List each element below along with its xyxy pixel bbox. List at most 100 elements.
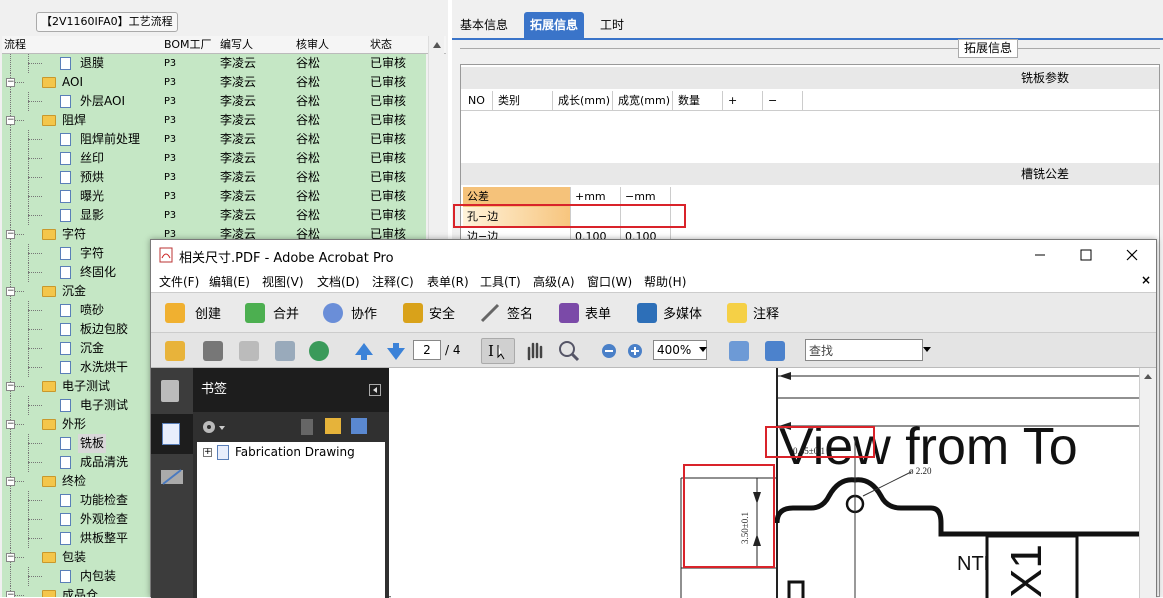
scroll-up-arrow-icon[interactable] (1140, 368, 1156, 384)
tree-toggle-icon[interactable]: − (6, 230, 15, 239)
menu-forms[interactable]: 表单(R) (427, 273, 469, 290)
writer-value: 李凌云 (220, 132, 257, 146)
menu-comments[interactable]: 注释(C) (372, 273, 414, 290)
bookmark-fabrication-drawing[interactable]: Fabrication Drawing (235, 445, 355, 459)
zoom-in-icon[interactable] (627, 343, 643, 359)
delete-bookmark-icon[interactable] (301, 419, 313, 435)
expand-bookmark-icon[interactable] (351, 418, 367, 434)
open-folder-icon[interactable] (165, 341, 185, 361)
fit-width-icon[interactable] (729, 341, 749, 361)
tree-toggle-icon[interactable]: − (6, 420, 15, 429)
find-dropdown-icon[interactable] (923, 346, 931, 354)
milling-remove-button[interactable]: − (763, 91, 803, 110)
tree-item-row[interactable]: 曝光 P3 李凌云 谷松 已审核 (2, 187, 426, 206)
tree-connector (28, 101, 42, 102)
menubar-close-icon[interactable]: × (1141, 273, 1151, 287)
fit-page-icon[interactable] (765, 341, 785, 361)
print-icon[interactable] (203, 341, 223, 361)
bookmarks-nav-button[interactable] (151, 414, 193, 454)
tree-connector (28, 462, 42, 463)
scroll-up-icon[interactable] (429, 36, 445, 54)
menu-view[interactable]: 视图(V) (262, 273, 304, 290)
col-header-reviewer[interactable]: 核审人 (296, 37, 329, 53)
reviewer-value: 谷松 (296, 208, 321, 222)
menu-tools[interactable]: 工具(T) (480, 273, 521, 290)
milling-add-button[interactable]: + (723, 91, 763, 110)
tree-toggle-icon[interactable]: − (6, 477, 15, 486)
col-header-process[interactable]: 流程 (4, 37, 26, 53)
pdf-document-view[interactable]: View from To 0.65±0.1 ø 2.20 3.50±0.1 NT… (391, 368, 1139, 598)
sign-button[interactable]: 签名 (507, 303, 533, 322)
tree-item-row[interactable]: 显影 P3 李凌云 谷松 已审核 (2, 206, 426, 225)
page-number-input[interactable]: 2 (413, 340, 441, 360)
tree-node-label: 成品清洗 (80, 455, 129, 469)
col-header-writer[interactable]: 编写人 (220, 37, 253, 53)
tree-toggle-icon[interactable]: − (6, 382, 15, 391)
tree-toggle-icon[interactable]: − (6, 287, 15, 296)
multimedia-button[interactable]: 多媒体 (663, 303, 702, 322)
menu-file[interactable]: 文件(F) (159, 273, 199, 290)
menu-window[interactable]: 窗口(W) (587, 273, 632, 290)
tree-node-label: 板边包胶 (80, 322, 129, 336)
comment-button[interactable]: 注释 (753, 303, 779, 322)
reviewer-value: 谷松 (296, 189, 321, 203)
tree-connector (10, 339, 11, 358)
tree-item-row[interactable]: 外层AOI P3 李凌云 谷松 已审核 (2, 92, 426, 111)
pdf-vertical-scrollbar[interactable] (1139, 368, 1156, 598)
zoom-tool-icon[interactable] (557, 339, 581, 363)
find-placeholder: 查找 (809, 344, 834, 358)
document-icon (60, 570, 71, 583)
collaborate-button[interactable]: 协作 (351, 303, 377, 322)
acrobat-menubar: 文件(F) 编辑(E) 视图(V) 文档(D) 注释(C) 表单(R) 工具(T… (151, 270, 1156, 292)
options-gear-icon[interactable] (201, 418, 225, 436)
tab-work-hours[interactable]: 工时 (594, 12, 630, 38)
close-icon[interactable] (1125, 248, 1139, 262)
security-button[interactable]: 安全 (429, 303, 455, 322)
pages-icon[interactable] (161, 380, 179, 402)
tree-folder-row[interactable]: − 阻焊 P3 李凌云 谷松 已审核 (2, 111, 426, 130)
expand-toggle-icon[interactable]: + (203, 448, 212, 457)
signatures-icon[interactable] (159, 466, 185, 488)
tree-folder-row[interactable]: − AOI P3 李凌云 谷松 已审核 (2, 73, 426, 92)
col-header-bom[interactable]: BOM工厂 (164, 37, 212, 53)
collapse-panel-icon[interactable] (369, 384, 381, 396)
tree-connector (10, 358, 11, 377)
next-page-icon[interactable] (385, 341, 407, 361)
tree-item-row[interactable]: 阻焊前处理 P3 李凌云 谷松 已审核 (2, 130, 426, 149)
new-bookmark-icon[interactable] (325, 418, 341, 434)
tree-toggle-icon[interactable]: − (6, 116, 15, 125)
create-button[interactable]: 创建 (195, 303, 221, 322)
tree-node-label: 水洗烘干 (80, 360, 129, 374)
tree-item-row[interactable]: 丝印 P3 李凌云 谷松 已审核 (2, 149, 426, 168)
menu-document[interactable]: 文档(D) (317, 273, 360, 290)
tree-item-row[interactable]: 预烘 P3 李凌云 谷松 已审核 (2, 168, 426, 187)
document-icon (60, 152, 71, 165)
maximize-icon[interactable] (1079, 248, 1093, 262)
menu-help[interactable]: 帮助(H) (644, 273, 686, 290)
tree-toggle-icon[interactable]: − (6, 78, 15, 87)
tree-connector (10, 130, 11, 149)
tree-node-label: 阻焊 (62, 113, 87, 127)
tree-connector (28, 510, 29, 529)
col-header-status[interactable]: 状态 (370, 37, 392, 53)
tab-basic-info[interactable]: 基本信息 (454, 12, 514, 38)
forms-button[interactable]: 表单 (585, 303, 611, 322)
menu-edit[interactable]: 编辑(E) (209, 273, 250, 290)
prev-page-icon[interactable] (353, 341, 375, 361)
save-icon[interactable] (239, 341, 259, 361)
combine-button[interactable]: 合并 (273, 303, 299, 322)
minimize-icon[interactable] (1033, 249, 1047, 261)
tab-extended-info[interactable]: 拓展信息 (524, 12, 585, 38)
zoom-out-icon[interactable] (601, 343, 617, 359)
tree-toggle-icon[interactable]: − (6, 591, 15, 597)
bom-value: P3 (164, 134, 177, 145)
hand-tool-icon[interactable] (523, 339, 547, 363)
tree-item-row[interactable]: 退膜 P3 李凌云 谷松 已审核 (2, 54, 426, 73)
select-tool-button[interactable]: I (481, 338, 515, 364)
tree-toggle-icon[interactable]: − (6, 553, 15, 562)
email-icon[interactable] (275, 341, 295, 361)
find-input[interactable]: 查找 (805, 339, 923, 361)
menu-advanced[interactable]: 高级(A) (533, 273, 575, 290)
web-icon[interactable] (309, 341, 329, 361)
milling-params-title: 铣板参数 (461, 67, 1159, 89)
